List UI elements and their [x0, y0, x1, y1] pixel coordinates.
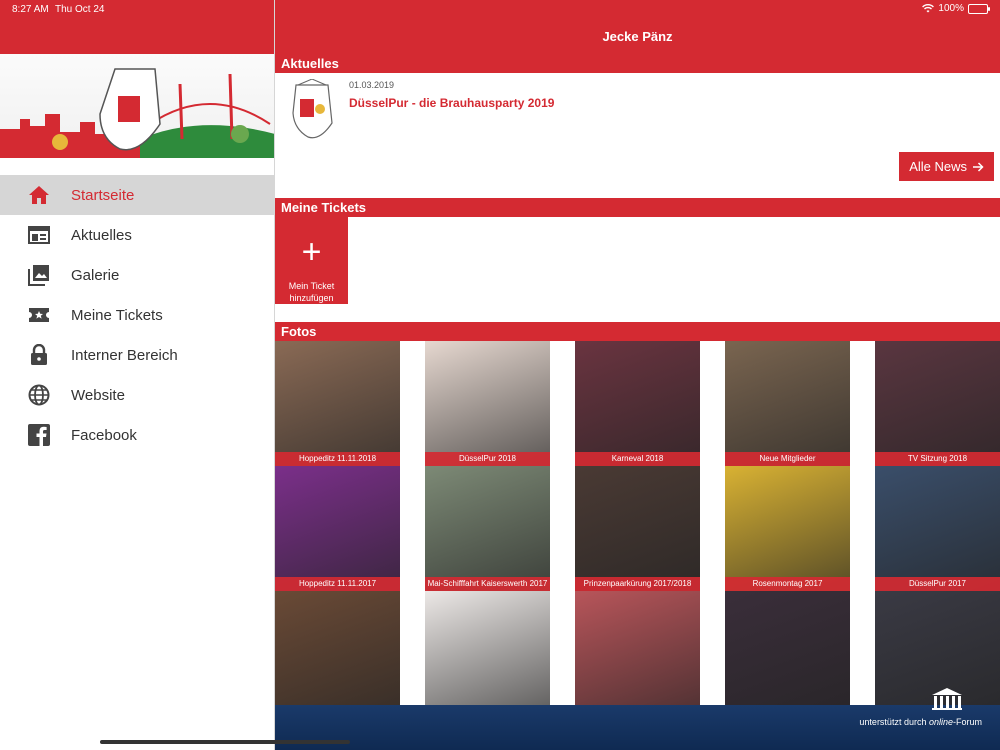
app-title: Jecke Pänz: [602, 29, 673, 44]
ticket-icon: [27, 303, 51, 327]
sidebar-menu: Startseite Aktuelles Galerie Meine Ticke…: [0, 175, 274, 455]
arrow-right-icon: [973, 161, 984, 172]
all-news-button[interactable]: Alle News: [899, 152, 994, 181]
photo-thumbnail: [725, 591, 850, 716]
photo-thumbnail: [275, 341, 400, 466]
photo-caption: DüsselPur 2017: [875, 577, 1000, 591]
photo-caption: Prinzenpaarkürung 2017/2018: [575, 577, 700, 591]
photo-album-tile[interactable]: [575, 591, 700, 716]
sidebar-item-label: Startseite: [71, 186, 135, 204]
photo-caption: Neue Mitglieder: [725, 452, 850, 466]
facebook-icon: [27, 423, 51, 447]
photo-caption: DüsselPur 2018: [425, 452, 550, 466]
photo-album-tile[interactable]: [725, 591, 850, 716]
photo-thumbnail: [875, 466, 1000, 591]
status-time: 8:27 AM: [12, 4, 49, 15]
sidebar-item-startseite[interactable]: Startseite: [0, 175, 274, 215]
battery-percent: 100%: [938, 3, 964, 14]
photo-thumbnail: [425, 466, 550, 591]
photo-grid: Hoppeditz 11.11.2018 DüsselPur 2018 Karnev…: [275, 341, 1000, 716]
photos-section-header: Fotos: [275, 322, 1000, 341]
sidebar-item-label: Meine Tickets: [71, 306, 163, 324]
sidebar-item-label: Website: [71, 386, 125, 404]
add-ticket-label: Mein Ticket hinzufügen: [288, 281, 335, 303]
photo-album-tile[interactable]: [275, 591, 400, 716]
photo-caption: Hoppeditz 11.11.2018: [275, 452, 400, 466]
globe-icon: [27, 383, 51, 407]
photo-thumbnail: [575, 341, 700, 466]
photo-album-tile[interactable]: DüsselPur 2018: [425, 341, 550, 466]
photo-album-tile[interactable]: Karneval 2018: [575, 341, 700, 466]
photo-thumbnail: [275, 466, 400, 591]
sidebar-item-label: Facebook: [71, 426, 137, 444]
photo-album-tile[interactable]: Hoppeditz 11.11.2017: [275, 466, 400, 591]
footer: unterstützt durch online-Forum: [275, 688, 1000, 750]
add-ticket-button[interactable]: + Mein Ticket hinzufügen: [275, 217, 348, 304]
photo-thumbnail: [275, 591, 400, 716]
sidebar-item-galerie[interactable]: Galerie: [0, 255, 274, 295]
photo-album-tile[interactable]: Mai-Schifffahrt Kaiserswerth 2017: [425, 466, 550, 591]
wifi-icon: [922, 4, 935, 13]
photo-thumbnail: [575, 466, 700, 591]
photo-caption: Rosenmontag 2017: [725, 577, 850, 591]
photo-caption: TV Sitzung 2018: [875, 452, 1000, 466]
photo-album-tile[interactable]: Rosenmontag 2017: [725, 466, 850, 591]
sidebar-item-aktuelles[interactable]: Aktuelles: [0, 215, 274, 255]
photo-thumbnail: [575, 591, 700, 716]
tickets-section-header: Meine Tickets: [275, 198, 1000, 217]
photo-album-tile[interactable]: [425, 591, 550, 716]
status-date: Thu Oct 24: [55, 4, 105, 15]
news-section-header: Aktuelles: [275, 54, 1000, 73]
sidebar-item-label: Interner Bereich: [71, 346, 178, 364]
photo-album-tile[interactable]: Hoppeditz 11.11.2018: [275, 341, 400, 466]
sidebar: Startseite Aktuelles Galerie Meine Ticke…: [0, 0, 275, 750]
sidebar-item-label: Galerie: [71, 266, 120, 284]
sidebar-item-label: Aktuelles: [71, 226, 132, 244]
footer-credit[interactable]: unterstützt durch online-Forum: [859, 717, 982, 727]
tickets-section: + Mein Ticket hinzufügen: [275, 217, 1000, 322]
status-right: 100%: [922, 3, 990, 14]
main-content: Jecke Pänz Aktuelles 01.03.2019 DüsselPu…: [275, 0, 1000, 750]
photo-caption: Karneval 2018: [575, 452, 700, 466]
lock-icon: [27, 343, 51, 367]
news-section: 01.03.2019 DüsselPur - die Brauhausparty…: [275, 73, 1000, 198]
battery-icon: [968, 3, 990, 14]
plus-icon: +: [301, 233, 322, 271]
photo-thumbnail: [425, 341, 550, 466]
photo-album-tile[interactable]: Prinzenpaarkürung 2017/2018: [575, 466, 700, 591]
photo-caption: Mai-Schifffahrt Kaiserswerth 2017: [425, 577, 550, 591]
club-banner: [0, 54, 274, 158]
gallery-icon: [27, 263, 51, 287]
photo-album-tile[interactable]: DüsselPur 2017: [875, 466, 1000, 591]
photo-thumbnail: [725, 466, 850, 591]
photo-thumbnail: [425, 591, 550, 716]
sidebar-item-facebook[interactable]: Facebook: [0, 415, 274, 455]
sidebar-item-interner-bereich[interactable]: Interner Bereich: [0, 335, 274, 375]
online-forum-logo: [932, 688, 962, 710]
home-icon: [27, 183, 51, 207]
sidebar-item-website[interactable]: Website: [0, 375, 274, 415]
news-title-link[interactable]: DüsselPur - die Brauhausparty 2019: [349, 96, 554, 110]
photo-thumbnail: [875, 341, 1000, 466]
all-news-label: Alle News: [909, 159, 967, 174]
photo-thumbnail: [725, 341, 850, 466]
news-thumbnail[interactable]: [290, 79, 335, 141]
home-indicator[interactable]: [100, 740, 350, 744]
photo-caption: Hoppeditz 11.11.2017: [275, 577, 400, 591]
news-date: 01.03.2019: [349, 80, 395, 90]
newspaper-icon: [27, 223, 51, 247]
status-bar: 8:27 AM Thu Oct 24 100%: [0, 0, 1000, 18]
photo-album-tile[interactable]: Neue Mitglieder: [725, 341, 850, 466]
sidebar-item-meine-tickets[interactable]: Meine Tickets: [0, 295, 274, 335]
photo-album-tile[interactable]: TV Sitzung 2018: [875, 341, 1000, 466]
